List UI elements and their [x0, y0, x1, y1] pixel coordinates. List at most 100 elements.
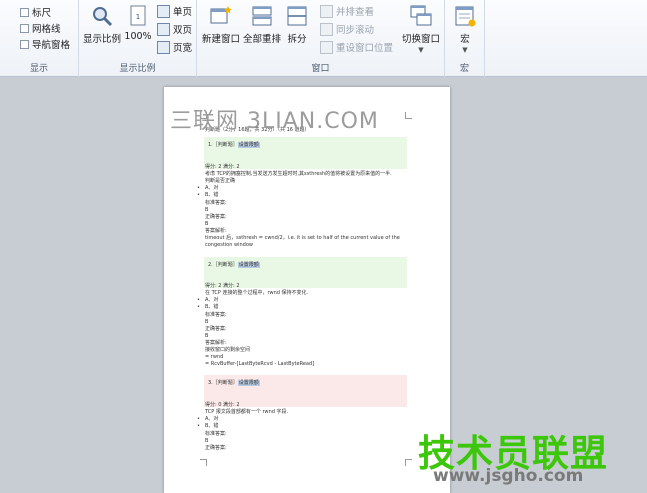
question-2-answer: 正确答案:: [205, 326, 227, 332]
question-1-option-b[interactable]: B、错: [205, 192, 218, 199]
bullet: •: [197, 423, 200, 429]
question-1-answer: 正确答案:: [205, 214, 227, 220]
question-2-number: 2.［判断题］: [208, 262, 238, 268]
margin-corner-mark: [405, 459, 412, 466]
navigation-pane-label: 导航窗格: [32, 40, 71, 51]
split-icon: [287, 6, 307, 26]
new-window-icon: [210, 6, 232, 24]
switch-windows-icon: [410, 5, 432, 26]
zoom-group-label: 显示比例: [119, 64, 156, 74]
new-window-label: 新建窗口: [201, 34, 240, 45]
document-page[interactable]: 判断题（2分，16题，共 32分）（共 16 道题） 1.［判断题］设置限额 得…: [164, 87, 450, 493]
arrange-all-label: 全部重排: [242, 34, 281, 45]
sync-scroll-button[interactable]: 同步滚动: [320, 22, 374, 36]
two-pages-label: 双页: [173, 25, 193, 36]
svg-text:1: 1: [136, 13, 140, 21]
chevron-down-icon: ▼: [462, 46, 468, 54]
question-2-text: 在 TCP 连接的整个过程中，rwnd 保持不变化.: [205, 290, 309, 296]
question-2-option-b[interactable]: B、错: [205, 304, 218, 311]
reset-position-label: 重设窗口位置: [336, 43, 394, 54]
zoom-group: 显示比例 1 100% 单页 双页 页宽 显示比例: [79, 0, 197, 77]
question-1-score: 得分: 2 满分: 2: [205, 164, 240, 170]
question-1-number: 1.［判断题］: [208, 142, 238, 148]
question-3-answer: B: [205, 438, 209, 444]
reset-window-position-button[interactable]: 重设窗口位置: [320, 40, 393, 54]
window-group-label: 窗口: [311, 64, 330, 74]
bullet: •: [197, 304, 200, 310]
ribbon-view-tab: 标尺 网格线 导航窗格 显示 显示比例 1 100% 单页 双页 页宽 显示比例…: [0, 0, 647, 77]
window-group: 新建窗口 全部重排 拆分 并排查看 同步滚动 重设窗口位置 切换窗口 ▼ 窗口: [197, 0, 445, 77]
two-pages-icon: [157, 22, 170, 36]
zoom-100-label: 100%: [124, 31, 152, 42]
sync-scroll-label: 同步滚动: [336, 25, 375, 36]
bullet: •: [197, 192, 200, 198]
question-1-option-a[interactable]: A、对: [205, 185, 218, 192]
question-1-answer: timeout 后，ssthresh = cwnd/2，i.e. it is s…: [205, 235, 400, 241]
question-2-option-a[interactable]: A、对: [205, 297, 218, 304]
question-2-answer: = rwnd: [205, 354, 224, 360]
show-group-label: 显示: [29, 64, 48, 74]
side-by-side-label: 并排查看: [336, 7, 375, 18]
question-1-answer: B: [205, 207, 209, 213]
arrange-all-icon: [252, 6, 272, 26]
navigation-pane-checkbox[interactable]: 导航窗格: [20, 37, 70, 51]
zoom-button-label: 显示比例: [83, 34, 122, 45]
question-3-answer: 标准答案:: [205, 431, 227, 437]
zoom-button[interactable]: 显示比例: [83, 4, 121, 45]
reset-position-icon: [320, 40, 333, 54]
question-3-score: 得分: 0 满分: 2: [205, 402, 240, 408]
bullet: •: [197, 416, 200, 422]
question-2-answer: = RcvBuffer-[LastByteRcvd - LastByteRead…: [205, 361, 315, 367]
checkbox-box[interactable]: [20, 39, 29, 49]
macros-button[interactable]: 宏 ▼: [451, 4, 479, 54]
question-2-score: 得分: 2 满分: 2: [205, 283, 240, 289]
side-by-side-icon: [320, 4, 333, 18]
question-1-answer: B: [205, 221, 209, 227]
one-page-button[interactable]: 单页: [157, 4, 192, 18]
page-width-label: 页宽: [173, 43, 193, 54]
question-1-answer: 答案解析:: [205, 228, 227, 234]
sync-scroll-icon: [320, 22, 333, 36]
chevron-down-icon: ▼: [418, 46, 424, 54]
question-1-text: 考虑 TCP的拥塞控制,当发送方发生超时时,其ssthresh的值将被设置为原来…: [205, 171, 392, 177]
question-1-answer: 标准答案:: [205, 200, 227, 206]
two-pages-button[interactable]: 双页: [157, 22, 192, 36]
macro-group-label: 宏: [459, 64, 469, 74]
question-2-tag: 设置限额: [237, 262, 260, 268]
ruler-checkbox[interactable]: 标尺: [20, 5, 51, 19]
question-3-answer: 正确答案:: [205, 445, 227, 451]
question-1-label: 1.［判断题］设置限额: [208, 141, 260, 148]
magnifier-icon: [93, 7, 113, 27]
split-button[interactable]: 拆分: [283, 4, 311, 45]
ruler-label: 标尺: [32, 8, 52, 19]
question-3-number: 3.［判断题］: [208, 380, 238, 386]
question-2-answer: 接收窗口的剩余空间: [205, 347, 251, 353]
question-3-tag: 设置限额: [237, 380, 260, 386]
margin-corner-mark: [200, 459, 207, 466]
checkbox-box[interactable]: [20, 7, 29, 17]
question-2-answer: B: [205, 333, 209, 339]
switch-windows-label: 切换窗口: [401, 34, 440, 45]
switch-windows-button[interactable]: 切换窗口 ▼: [400, 4, 442, 54]
page-100-icon: 1: [130, 5, 146, 26]
gridlines-label: 网格线: [32, 24, 61, 35]
bullet: •: [197, 297, 200, 303]
question-2-label: 2.［判断题］设置限额: [208, 261, 260, 268]
split-label: 拆分: [287, 34, 307, 45]
side-by-side-button[interactable]: 并排查看: [320, 4, 374, 18]
brand-watermark-url: www.jsgho.com: [433, 466, 584, 486]
page-width-button[interactable]: 页宽: [157, 40, 192, 54]
zoom-100-button[interactable]: 1 100%: [124, 4, 152, 42]
question-3-option-a[interactable]: A、对: [205, 416, 218, 423]
question-3-option-b[interactable]: B、错: [205, 423, 218, 430]
question-1-tag: 设置限额: [237, 142, 260, 148]
question-2-answer: 标准答案:: [205, 312, 227, 318]
one-page-icon: [157, 4, 170, 18]
question-1-answer: congestion window: [205, 242, 253, 248]
macro-icon: [455, 6, 476, 27]
checkbox-box[interactable]: [20, 23, 29, 33]
macros-label: 宏: [460, 34, 470, 45]
gridlines-checkbox[interactable]: 网格线: [20, 21, 61, 35]
new-window-button[interactable]: 新建窗口: [201, 4, 241, 45]
arrange-all-button[interactable]: 全部重排: [241, 4, 283, 45]
